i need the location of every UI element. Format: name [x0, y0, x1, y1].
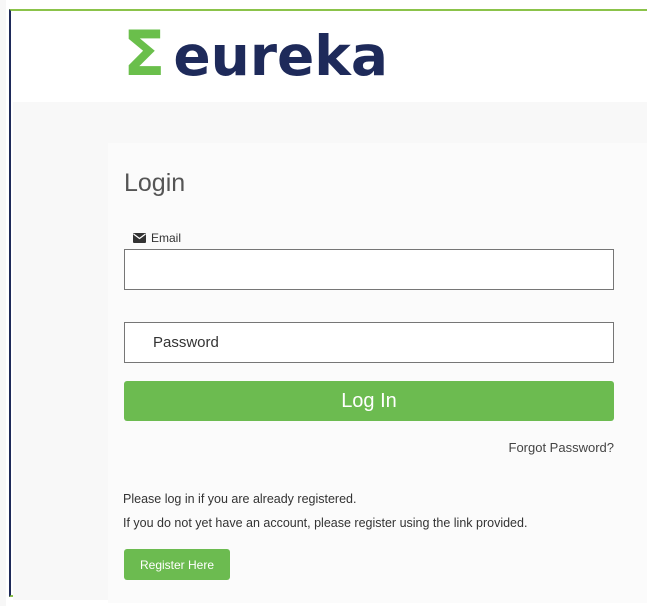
email-field[interactable] [124, 249, 614, 290]
logo-sigma: Σ [123, 17, 166, 90]
envelope-icon [133, 233, 146, 243]
info-register-text: If you do not yet have an account, pleas… [123, 516, 528, 530]
register-button[interactable]: Register Here [124, 549, 230, 580]
page-left-edge [0, 0, 6, 606]
login-card [108, 143, 647, 603]
eureka-logo: Σ eureka [123, 22, 388, 90]
email-label-text: Email [151, 231, 182, 245]
info-registered-text: Please log in if you are already registe… [123, 492, 357, 506]
email-label: Email [133, 231, 181, 245]
forgot-password-link[interactable]: Forgot Password? [509, 440, 615, 455]
password-field[interactable] [124, 322, 614, 363]
page-title: Login [124, 169, 186, 197]
logo-wordmark: eureka [173, 23, 388, 88]
login-button[interactable]: Log In [124, 381, 614, 421]
